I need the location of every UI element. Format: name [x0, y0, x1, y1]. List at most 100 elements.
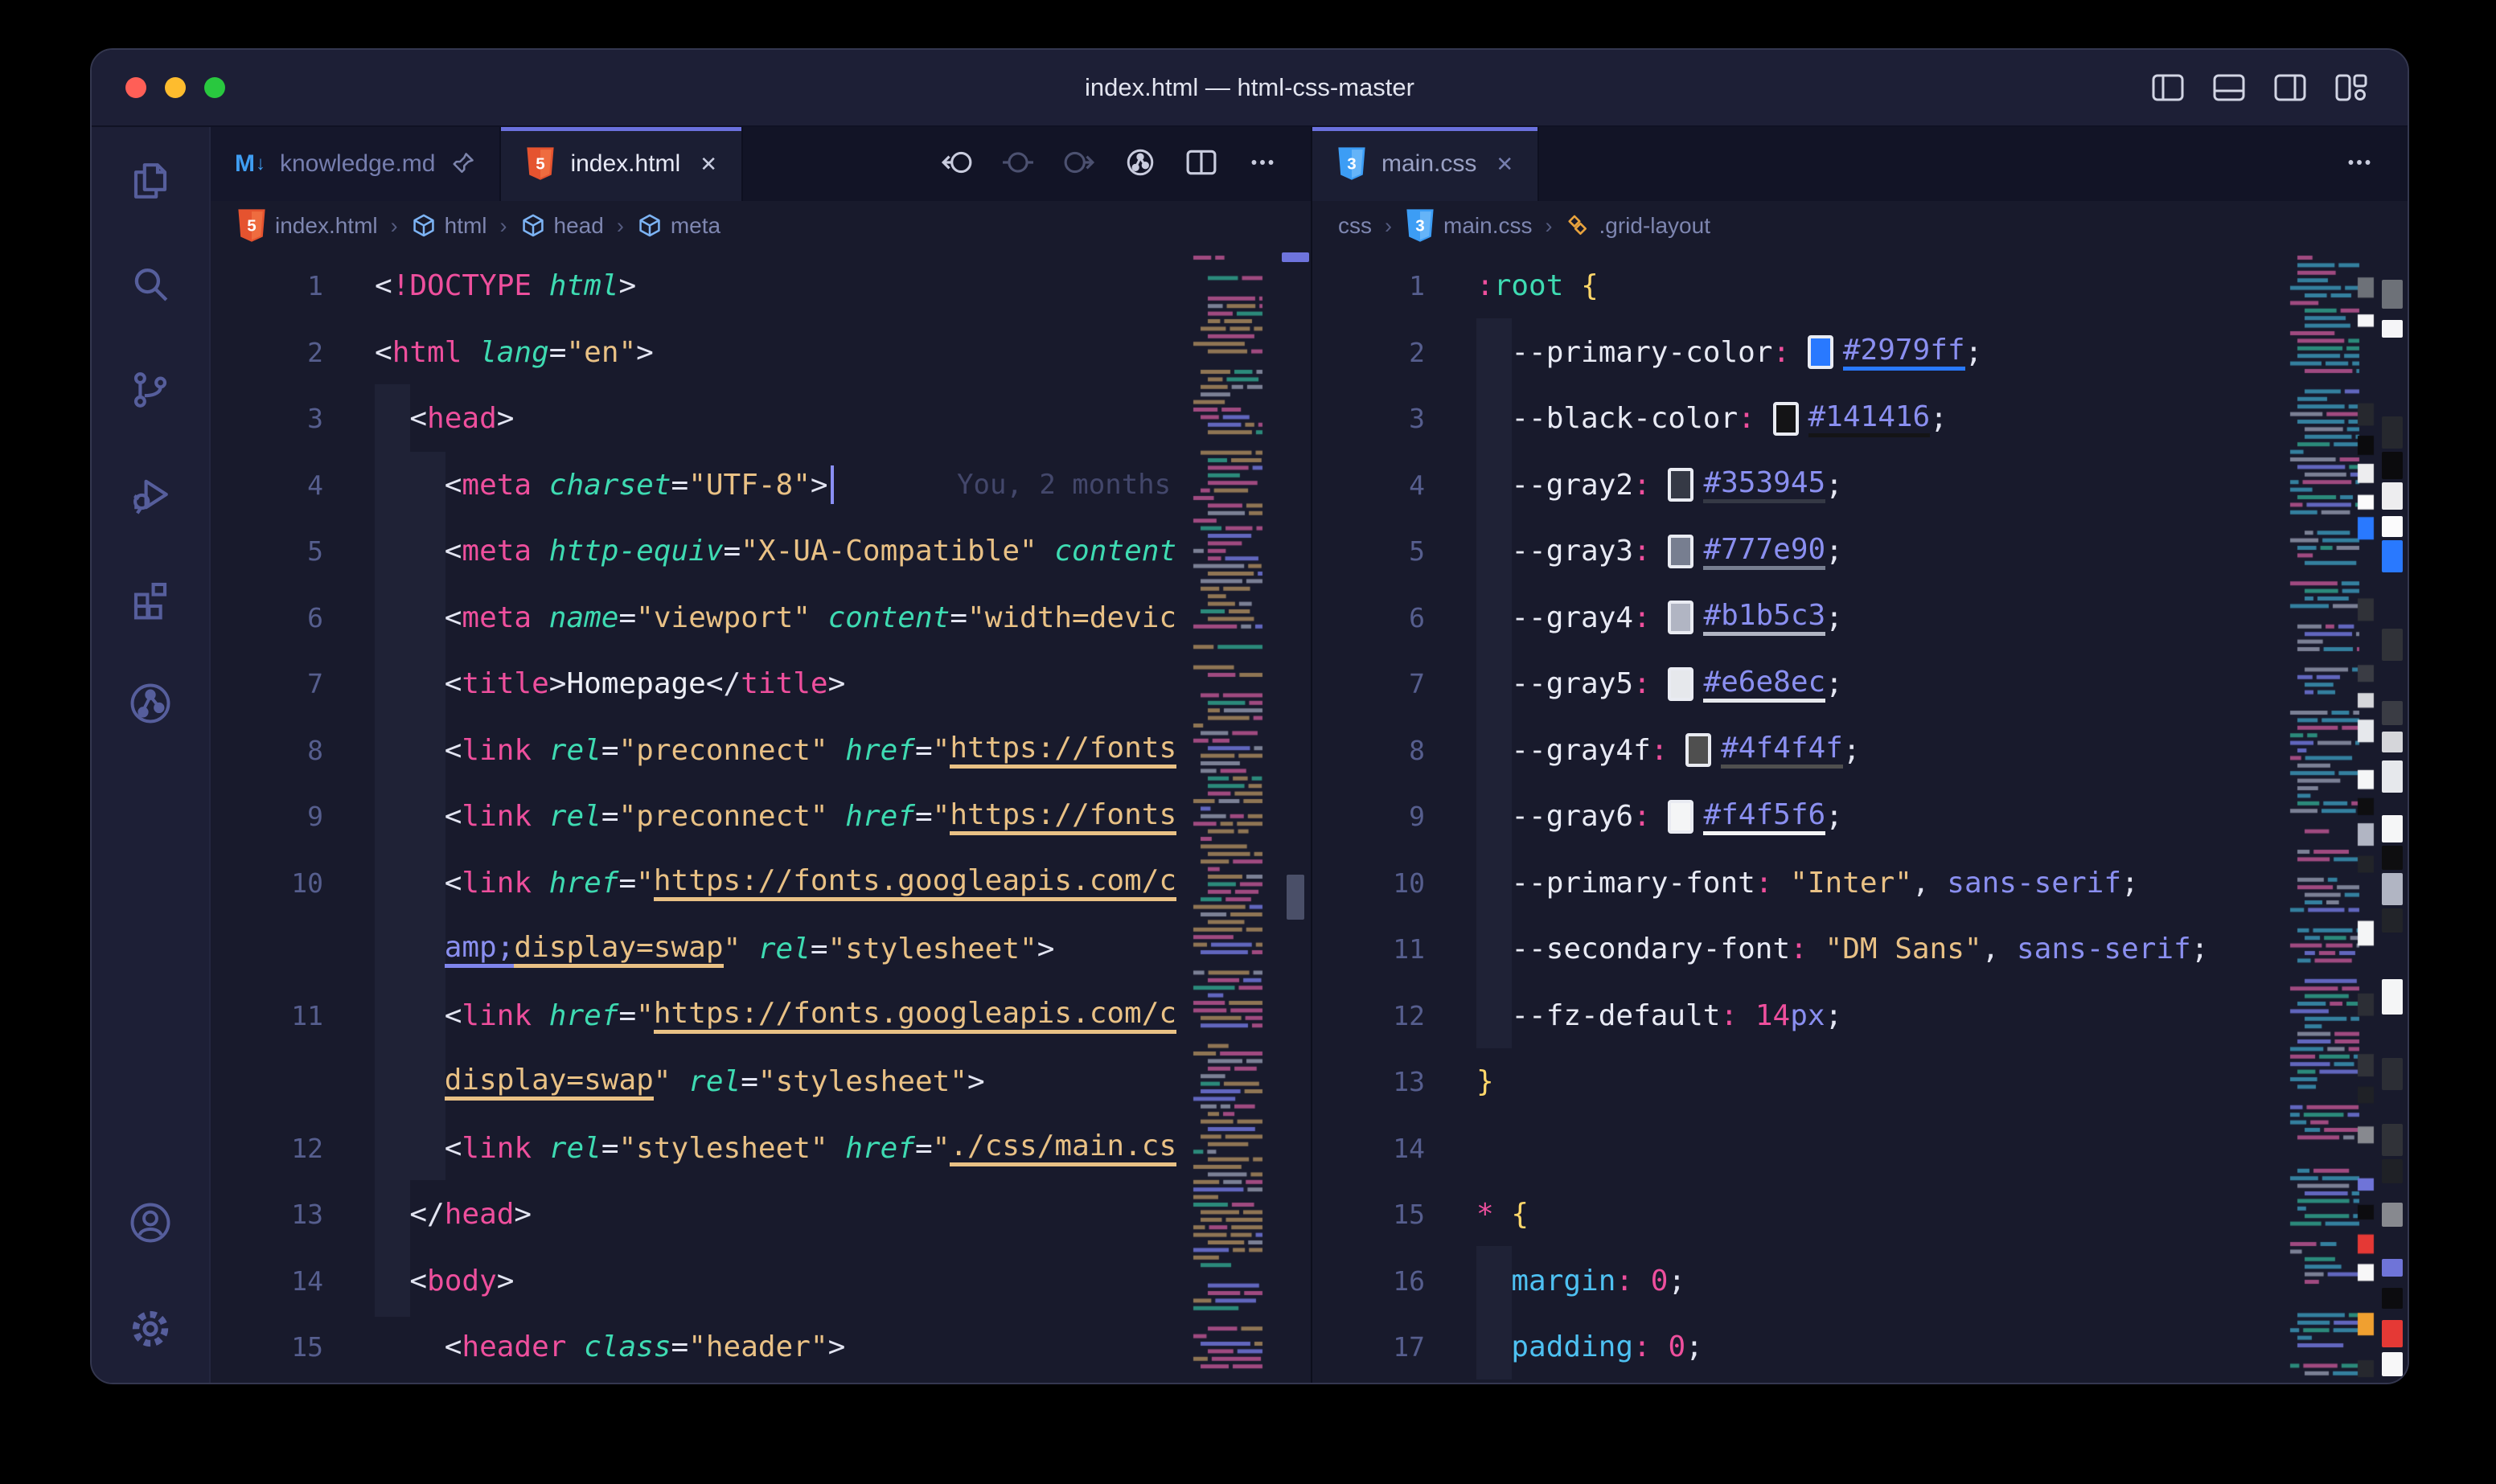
line-number: 6 — [211, 602, 347, 633]
nav-forward-icon[interactable] — [1063, 148, 1095, 177]
editor-html[interactable]: 1<!DOCTYPE html>2<html lang="en">3 <head… — [211, 251, 1311, 1383]
code-line: 8 --gray4f: #4f4f4f; — [1312, 717, 2408, 784]
tab-index-html[interactable]: 5index.html✕ — [501, 127, 743, 201]
line-content: :root { — [1476, 252, 2282, 319]
line-content: --primary-color: #2979ff; — [1476, 319, 2282, 386]
pin-icon[interactable] — [450, 151, 475, 177]
customize-layout-icon[interactable] — [2335, 74, 2367, 101]
minimize-window-button[interactable] — [165, 77, 186, 98]
line-number: 17 — [1312, 1331, 1449, 1363]
toggle-right-panel-icon[interactable] — [2274, 74, 2306, 101]
code-line: 11 --secondary-font: "DM Sans", sans-ser… — [1312, 916, 2408, 982]
svg-text:5: 5 — [247, 216, 256, 235]
zoom-window-button[interactable] — [204, 77, 225, 98]
nav-back-icon[interactable] — [941, 148, 973, 177]
code-line: 13 </head> — [211, 1181, 1311, 1248]
line-content: --gray2: #353945; — [1476, 452, 2282, 519]
symbol-cube-icon — [637, 213, 663, 239]
line-content: <header class="header"> — [375, 1314, 1185, 1380]
line-content: <title>Homepage</title> — [375, 650, 1185, 717]
tab-main-css[interactable]: 3 main.css ✕ — [1312, 127, 1539, 201]
line-number: 6 — [1312, 602, 1449, 633]
line-number: 3 — [211, 403, 347, 434]
line-number: 9 — [211, 801, 347, 832]
tab-label: knowledge.md — [280, 150, 435, 178]
line-content: } — [1476, 1048, 2282, 1115]
activity-bar-bottom — [129, 1201, 172, 1351]
code-line: 6 --gray4: #b1b5c3; — [1312, 584, 2408, 651]
css3-icon: 3 — [1336, 146, 1367, 182]
more-actions-icon[interactable] — [2343, 148, 2375, 177]
line-content: --fz-default: 14px; — [1476, 982, 2282, 1049]
close-window-button[interactable] — [125, 77, 146, 98]
split-editor-icon[interactable] — [1185, 148, 1217, 177]
breadcrumb-item-main-css[interactable]: 3main.css — [1405, 208, 1532, 244]
text-cursor — [831, 465, 834, 504]
code-line: 10 <link href="https://fonts.googleapis.… — [211, 850, 1311, 916]
line-content: <link rel="preconnect" href="https://fon… — [375, 717, 1185, 784]
breadcrumb-separator: › — [615, 214, 626, 239]
svg-text:3: 3 — [1347, 154, 1356, 173]
line-number: 1 — [211, 270, 347, 301]
settings-gear-icon[interactable] — [129, 1307, 172, 1351]
markdown-icon: M↓ — [235, 150, 265, 178]
line-content: <link rel="preconnect" href="https://fon… — [375, 783, 1185, 850]
extensions-icon[interactable] — [129, 577, 172, 621]
more-actions-icon[interactable] — [1246, 148, 1279, 177]
breadcrumb-item-head[interactable]: head — [520, 213, 604, 239]
live-share-icon[interactable] — [129, 682, 172, 725]
tab-label: main.css — [1381, 150, 1476, 178]
breadcrumb-item-html[interactable]: html — [411, 213, 487, 239]
line-content: * { — [1476, 1181, 2282, 1248]
live-preview-icon[interactable] — [1124, 147, 1156, 178]
breadcrumb-item-css[interactable]: css — [1338, 213, 1372, 239]
line-number: 10 — [211, 867, 347, 899]
symbol-class-icon — [1565, 213, 1591, 239]
line-content: margin: 0; — [1476, 1248, 2282, 1314]
line-content: <meta charset="UTF-8">You, 2 months — [375, 452, 1185, 519]
breadcrumb-item--grid-layout[interactable]: .grid-layout — [1565, 213, 1710, 239]
color-swatch — [1668, 535, 1693, 568]
search-icon[interactable] — [129, 264, 172, 307]
git-blame-annotation: You, 2 months — [957, 469, 1171, 501]
breadcrumb-item-index-html[interactable]: 5index.html — [236, 208, 378, 244]
layout-controls — [2152, 50, 2367, 125]
line-number: 2 — [211, 337, 347, 368]
line-content: <meta http-equiv="X-UA-Compatible" conte… — [375, 518, 1185, 584]
line-number: 1 — [1312, 270, 1449, 301]
code-line: 6 <meta name="viewport" content="width=d… — [211, 584, 1311, 651]
toggle-bottom-panel-icon[interactable] — [2213, 74, 2245, 101]
vscode-window: index.html — html-css-master M↓knowl — [90, 48, 2409, 1384]
line-content: <!DOCTYPE html> — [375, 252, 1185, 319]
traffic-lights — [125, 50, 225, 125]
code-line: 15 <header class="header"> — [211, 1314, 1311, 1380]
css3-icon: 3 — [1405, 208, 1435, 244]
line-content: --black-color: #141416; — [1476, 385, 2282, 452]
workbench: M↓ knowledge.md 5index.html✕ 5index.html › h… — [92, 127, 2408, 1383]
line-number: 12 — [211, 1133, 347, 1164]
line-content: <link rel="stylesheet" href="./css/main.… — [375, 1115, 1185, 1182]
tab-knowledge-md[interactable]: M↓ knowledge.md — [211, 127, 501, 201]
code-line: 1 <!DOCTYPE html> — [211, 252, 1311, 319]
code-line: 3 <head> — [211, 385, 1311, 452]
code-line: display=swap" rel="stylesheet"> — [211, 1048, 1311, 1115]
line-content: --primary-font: "Inter", sans-serif; — [1476, 850, 2282, 916]
breadcrumb-separator: › — [499, 214, 509, 239]
tab-close-icon[interactable]: ✕ — [700, 152, 717, 177]
line-number: 16 — [1312, 1265, 1449, 1297]
code-line: amp;display=swap" rel="stylesheet"> — [211, 916, 1311, 982]
toggle-left-panel-icon[interactable] — [2152, 74, 2184, 101]
account-icon[interactable] — [129, 1201, 172, 1244]
line-number: 9 — [1312, 801, 1449, 832]
color-swatch — [1668, 601, 1693, 634]
tab-close-icon[interactable]: ✕ — [1496, 152, 1513, 177]
line-content: --gray5: #e6e8ec; — [1476, 650, 2282, 717]
explorer-icon[interactable] — [129, 159, 172, 203]
nav-position-icon[interactable] — [1002, 148, 1034, 177]
window-title: index.html — html-css-master — [1085, 73, 1414, 102]
source-control-icon[interactable] — [129, 368, 172, 412]
run-debug-icon[interactable] — [129, 473, 172, 516]
editor-css[interactable]: 1:root {2 --primary-color: #2979ff;3 --b… — [1312, 251, 2408, 1383]
breadcrumb-item-meta[interactable]: meta — [637, 213, 720, 239]
line-content: <link href="https://fonts.googleapis.com… — [375, 982, 1185, 1049]
